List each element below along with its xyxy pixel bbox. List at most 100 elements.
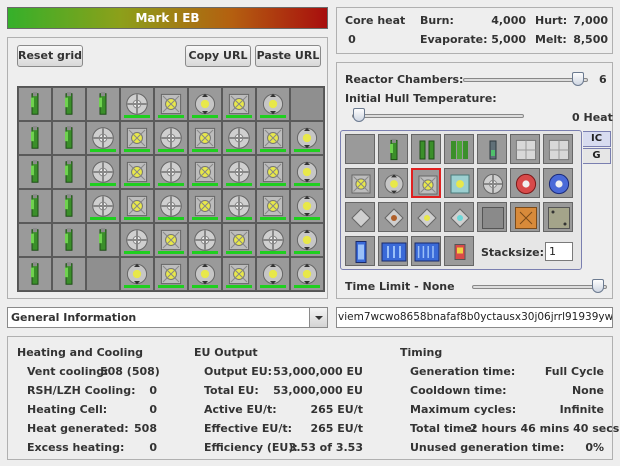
palette-sixfold-coolant-cell[interactable] — [411, 236, 441, 266]
reactor-slot-heat-vent[interactable] — [120, 189, 154, 223]
palette-overclocked-vent[interactable] — [477, 168, 507, 198]
copy-url-button[interactable]: Copy URL — [185, 45, 251, 67]
reactor-slot-reactor-vent[interactable] — [188, 257, 222, 291]
palette-reactor-vent[interactable] — [378, 168, 408, 198]
hull-temp-thumb[interactable] — [353, 108, 365, 122]
reactor-slot-heat-vent[interactable] — [188, 155, 222, 189]
reactor-slot-overclocked-vent[interactable] — [188, 223, 222, 257]
reactor-slot-uranium-rod[interactable] — [52, 257, 86, 291]
palette-double-uranium-rod[interactable] — [411, 134, 441, 164]
reactor-slot-overclocked-vent[interactable] — [222, 189, 256, 223]
reactor-slot-reactor-vent[interactable] — [290, 155, 324, 189]
palette-coolant-cell[interactable] — [345, 236, 375, 266]
reactor-slot-reactor-vent[interactable] — [290, 121, 324, 155]
reactor-slot-heat-vent[interactable] — [256, 121, 290, 155]
palette-heat-vent[interactable] — [345, 168, 375, 198]
eu-row-value: 53,000,000 EU — [273, 384, 363, 397]
palette-heat-capacity-plating[interactable] — [510, 202, 540, 232]
evaporate-label: Evaporate: — [420, 33, 488, 46]
stacksize-input[interactable]: 1 — [545, 242, 573, 261]
reactor-slot-empty[interactable] — [290, 87, 324, 121]
reactor-slot-overclocked-vent[interactable] — [256, 223, 290, 257]
chevron-down-icon[interactable] — [309, 308, 327, 327]
reactor-slot-overclocked-vent[interactable] — [154, 155, 188, 189]
reactor-slot-uranium-rod[interactable] — [18, 223, 52, 257]
uranium-rod-icon — [87, 224, 119, 256]
reactor-slot-reactor-vent[interactable] — [256, 87, 290, 121]
durability-bar — [90, 183, 116, 186]
reactor-slot-overclocked-vent[interactable] — [86, 189, 120, 223]
reactor-slot-uranium-rod[interactable] — [86, 223, 120, 257]
reactor-slot-heat-vent[interactable] — [188, 121, 222, 155]
reactor-slot-overclocked-vent[interactable] — [86, 121, 120, 155]
durability-bar — [192, 183, 218, 186]
reactor-slot-empty[interactable] — [86, 257, 120, 291]
palette-triple-coolant-cell[interactable] — [378, 236, 408, 266]
reactor-slot-heat-vent[interactable] — [154, 87, 188, 121]
hull-temp-slider[interactable] — [352, 114, 524, 118]
reactor-slot-reactor-vent[interactable] — [120, 257, 154, 291]
reactor-slot-uranium-rod[interactable] — [18, 87, 52, 121]
palette-mox-rod[interactable] — [477, 134, 507, 164]
reactor-slot-heat-vent[interactable] — [256, 155, 290, 189]
info-select[interactable]: General Information — [7, 307, 328, 328]
reactor-slot-heat-vent[interactable] — [188, 189, 222, 223]
reactor-slot-uranium-rod[interactable] — [52, 121, 86, 155]
time-limit-slider[interactable] — [472, 285, 607, 289]
palette-blue-exchanger[interactable] — [543, 168, 573, 198]
reactor-slot-uranium-rod[interactable] — [18, 155, 52, 189]
reactor-slot-heat-vent[interactable] — [120, 121, 154, 155]
uranium-rod-icon — [53, 122, 85, 154]
reactor-slot-uranium-rod[interactable] — [52, 155, 86, 189]
reactor-slot-uranium-rod[interactable] — [18, 189, 52, 223]
palette-quad-uranium-rod[interactable] — [444, 134, 474, 164]
reactor-slot-uranium-rod[interactable] — [52, 189, 86, 223]
palette-advanced-vent[interactable] — [444, 168, 474, 198]
palette-reactor-plating[interactable] — [477, 202, 507, 232]
reactor-slot-uranium-rod[interactable] — [18, 257, 52, 291]
reactor-slot-reactor-vent[interactable] — [290, 257, 324, 291]
reactor-slot-uranium-rod[interactable] — [52, 223, 86, 257]
time-limit-thumb[interactable] — [592, 279, 604, 293]
reset-grid-button[interactable]: Reset grid — [17, 45, 83, 67]
reactor-slot-overclocked-vent[interactable] — [120, 223, 154, 257]
reactor-slot-reactor-vent[interactable] — [256, 257, 290, 291]
tab-g[interactable]: G — [583, 148, 611, 164]
palette-small-exchanger[interactable] — [345, 202, 375, 232]
paste-url-button[interactable]: Paste URL — [255, 45, 321, 67]
reactor-slot-heat-vent[interactable] — [222, 87, 256, 121]
reactor-slot-overclocked-vent[interactable] — [222, 121, 256, 155]
tab-ic[interactable]: IC — [583, 131, 611, 147]
reactor-slot-overclocked-vent[interactable] — [86, 155, 120, 189]
palette-advanced-exchanger[interactable] — [444, 202, 474, 232]
palette-empty[interactable] — [345, 134, 375, 164]
reactor-slot-heat-vent[interactable] — [222, 257, 256, 291]
reactor-slot-overclocked-vent[interactable] — [120, 87, 154, 121]
palette-plating[interactable] — [510, 134, 540, 164]
palette-condensator[interactable] — [444, 236, 474, 266]
reactor-slot-reactor-vent[interactable] — [188, 87, 222, 121]
reactor-chambers-thumb[interactable] — [572, 72, 584, 86]
palette-reactor-exchanger[interactable] — [378, 202, 408, 232]
reactor-slot-reactor-vent[interactable] — [290, 223, 324, 257]
reactor-chambers-slider[interactable] — [463, 78, 588, 82]
palette-heat-vent-selected[interactable] — [411, 168, 441, 198]
reactor-slot-uranium-rod[interactable] — [18, 121, 52, 155]
reactor-slot-heat-vent[interactable] — [154, 257, 188, 291]
reactor-slot-uranium-rod[interactable] — [86, 87, 120, 121]
reactor-slot-heat-vent[interactable] — [154, 223, 188, 257]
reactor-slot-uranium-rod[interactable] — [52, 87, 86, 121]
reactor-slot-overclocked-vent[interactable] — [154, 189, 188, 223]
palette-containment-plating[interactable] — [543, 134, 573, 164]
reactor-slot-heat-vent[interactable] — [222, 223, 256, 257]
reactor-code-field[interactable]: viem7wcwo8658bnafaf8b0yctausx30j06jrrl91… — [336, 307, 613, 328]
palette-dense-plating[interactable] — [543, 202, 573, 232]
reactor-slot-heat-vent[interactable] — [256, 189, 290, 223]
palette-component-exchanger[interactable] — [411, 202, 441, 232]
reactor-slot-reactor-vent[interactable] — [290, 189, 324, 223]
palette-red-exchanger[interactable] — [510, 168, 540, 198]
reactor-slot-overclocked-vent[interactable] — [154, 121, 188, 155]
palette-uranium-rod[interactable] — [378, 134, 408, 164]
reactor-slot-overclocked-vent[interactable] — [222, 155, 256, 189]
reactor-slot-heat-vent[interactable] — [120, 155, 154, 189]
